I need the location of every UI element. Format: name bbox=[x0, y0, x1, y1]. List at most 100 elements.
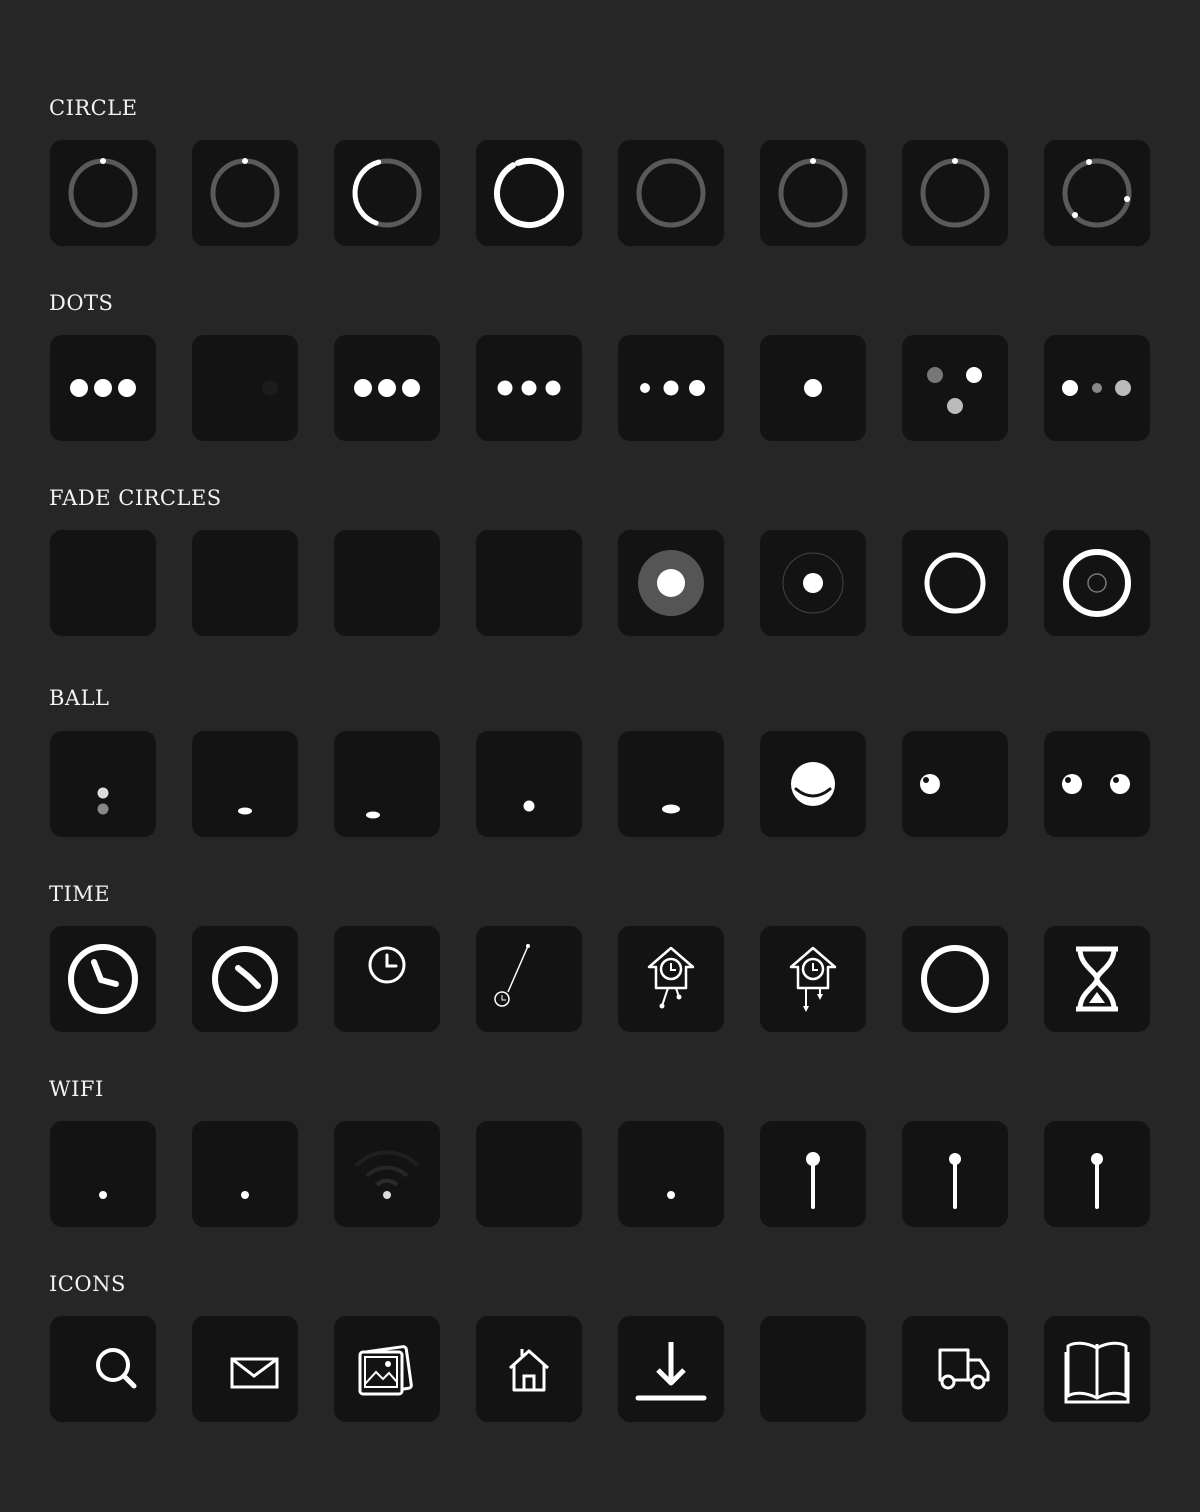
antenna-icon bbox=[1091, 1153, 1103, 1209]
loader-tile[interactable] bbox=[902, 926, 1008, 1032]
section-title: BALL bbox=[49, 686, 110, 710]
squashed-ball-icon bbox=[366, 811, 380, 819]
loader-tile[interactable] bbox=[902, 530, 1008, 636]
blank-icon bbox=[50, 530, 156, 636]
wifi-icon bbox=[354, 1150, 420, 1199]
pulse-dots-icon bbox=[1062, 380, 1131, 396]
loader-tile[interactable] bbox=[334, 530, 440, 636]
section-title: ICONS bbox=[49, 1272, 126, 1296]
loader-tile[interactable] bbox=[476, 1316, 582, 1422]
loader-tile[interactable] bbox=[1044, 335, 1150, 441]
loader-tile[interactable] bbox=[618, 731, 724, 837]
loader-tile[interactable] bbox=[1044, 1121, 1150, 1227]
book-icon bbox=[1064, 1341, 1130, 1404]
loader-tile[interactable] bbox=[476, 140, 582, 246]
loader-tile[interactable] bbox=[50, 335, 156, 441]
loader-tile[interactable] bbox=[334, 140, 440, 246]
loader-tile[interactable] bbox=[618, 1316, 724, 1422]
loader-tile[interactable] bbox=[50, 926, 156, 1032]
loader-tile[interactable] bbox=[760, 1316, 866, 1422]
loader-tile[interactable] bbox=[902, 1121, 1008, 1227]
loader-tile[interactable] bbox=[1044, 140, 1150, 246]
loader-tile[interactable] bbox=[476, 530, 582, 636]
loader-tile[interactable] bbox=[1044, 1316, 1150, 1422]
loader-tile[interactable] bbox=[476, 335, 582, 441]
loader-tile[interactable] bbox=[902, 1316, 1008, 1422]
wifi-dot-icon bbox=[99, 1191, 107, 1199]
section-title: DOTS bbox=[49, 291, 114, 315]
loader-tile[interactable] bbox=[50, 530, 156, 636]
three-dots-icon bbox=[354, 379, 420, 397]
growing-dots-icon bbox=[640, 380, 705, 396]
loader-tile[interactable] bbox=[192, 731, 298, 837]
truck-icon bbox=[938, 1348, 990, 1390]
circle-arc-spinner-icon bbox=[494, 158, 564, 228]
clock-icon bbox=[212, 946, 278, 1012]
loader-tile[interactable] bbox=[618, 530, 724, 636]
loader-tile[interactable] bbox=[1044, 731, 1150, 837]
loader-tile[interactable] bbox=[476, 731, 582, 837]
antenna-icon bbox=[806, 1152, 820, 1209]
loader-tile[interactable] bbox=[902, 731, 1008, 837]
loader-tile[interactable] bbox=[618, 335, 724, 441]
loader-tile[interactable] bbox=[760, 926, 866, 1032]
shiny-ball-icon bbox=[920, 774, 940, 794]
circle-spinner-icon bbox=[210, 158, 280, 228]
circle-orbit-dots-icon bbox=[1062, 158, 1132, 228]
blank-icon bbox=[760, 1316, 866, 1422]
glow-circle-icon bbox=[638, 550, 704, 616]
single-dot-icon bbox=[804, 379, 822, 397]
section-title: TIME bbox=[49, 882, 111, 906]
clock-icon bbox=[68, 944, 138, 1014]
loader-tile[interactable] bbox=[192, 1121, 298, 1227]
loader-tile[interactable] bbox=[902, 335, 1008, 441]
loader-tile[interactable] bbox=[50, 1121, 156, 1227]
section-title: CIRCLE bbox=[49, 96, 138, 120]
loader-tile[interactable] bbox=[50, 1316, 156, 1422]
ring-icon bbox=[921, 945, 989, 1013]
mail-icon bbox=[230, 1357, 279, 1389]
circle-spinner-icon bbox=[778, 158, 848, 228]
hourglass-icon bbox=[1076, 946, 1118, 1012]
loader-tile[interactable] bbox=[476, 1121, 582, 1227]
loader-tile[interactable] bbox=[476, 926, 582, 1032]
loader-tile[interactable] bbox=[760, 140, 866, 246]
loader-tile[interactable] bbox=[50, 731, 156, 837]
smile-ball-icon bbox=[791, 762, 835, 806]
loader-tile[interactable] bbox=[760, 731, 866, 837]
loader-tile[interactable] bbox=[1044, 530, 1150, 636]
loader-tile[interactable] bbox=[192, 335, 298, 441]
two-shiny-balls-icon bbox=[1062, 774, 1130, 794]
loader-tile[interactable] bbox=[334, 926, 440, 1032]
three-dots-icon bbox=[497, 380, 561, 396]
loader-tile[interactable] bbox=[618, 926, 724, 1032]
circle-spinner-icon bbox=[68, 158, 138, 228]
home-icon bbox=[508, 1349, 550, 1392]
loader-tile[interactable] bbox=[334, 731, 440, 837]
loader-tile[interactable] bbox=[192, 530, 298, 636]
wifi-dot-icon bbox=[667, 1191, 675, 1199]
stacked-balls-icon bbox=[97, 787, 109, 815]
loader-tile[interactable] bbox=[334, 1316, 440, 1422]
loader-tile[interactable] bbox=[760, 335, 866, 441]
triangle-dots-icon bbox=[927, 367, 982, 414]
wifi-dot-icon bbox=[241, 1191, 249, 1199]
loader-tile[interactable] bbox=[760, 530, 866, 636]
loader-tile[interactable] bbox=[192, 140, 298, 246]
loader-tile[interactable] bbox=[618, 1121, 724, 1227]
small-ball-icon bbox=[523, 800, 535, 812]
loader-tile[interactable] bbox=[192, 926, 298, 1032]
section-title: FADE CIRCLES bbox=[49, 486, 222, 510]
loader-tile[interactable] bbox=[618, 140, 724, 246]
loader-tile[interactable] bbox=[902, 140, 1008, 246]
loader-tile[interactable] bbox=[50, 140, 156, 246]
loader-tile[interactable] bbox=[1044, 926, 1150, 1032]
loader-tile[interactable] bbox=[334, 335, 440, 441]
photos-icon bbox=[358, 1345, 413, 1396]
loader-tile[interactable] bbox=[192, 1316, 298, 1422]
loader-tile[interactable] bbox=[334, 1121, 440, 1227]
fading-dot-icon bbox=[262, 380, 278, 396]
loader-tile[interactable] bbox=[760, 1121, 866, 1227]
search-icon bbox=[96, 1348, 137, 1389]
three-dots-icon bbox=[70, 379, 136, 397]
